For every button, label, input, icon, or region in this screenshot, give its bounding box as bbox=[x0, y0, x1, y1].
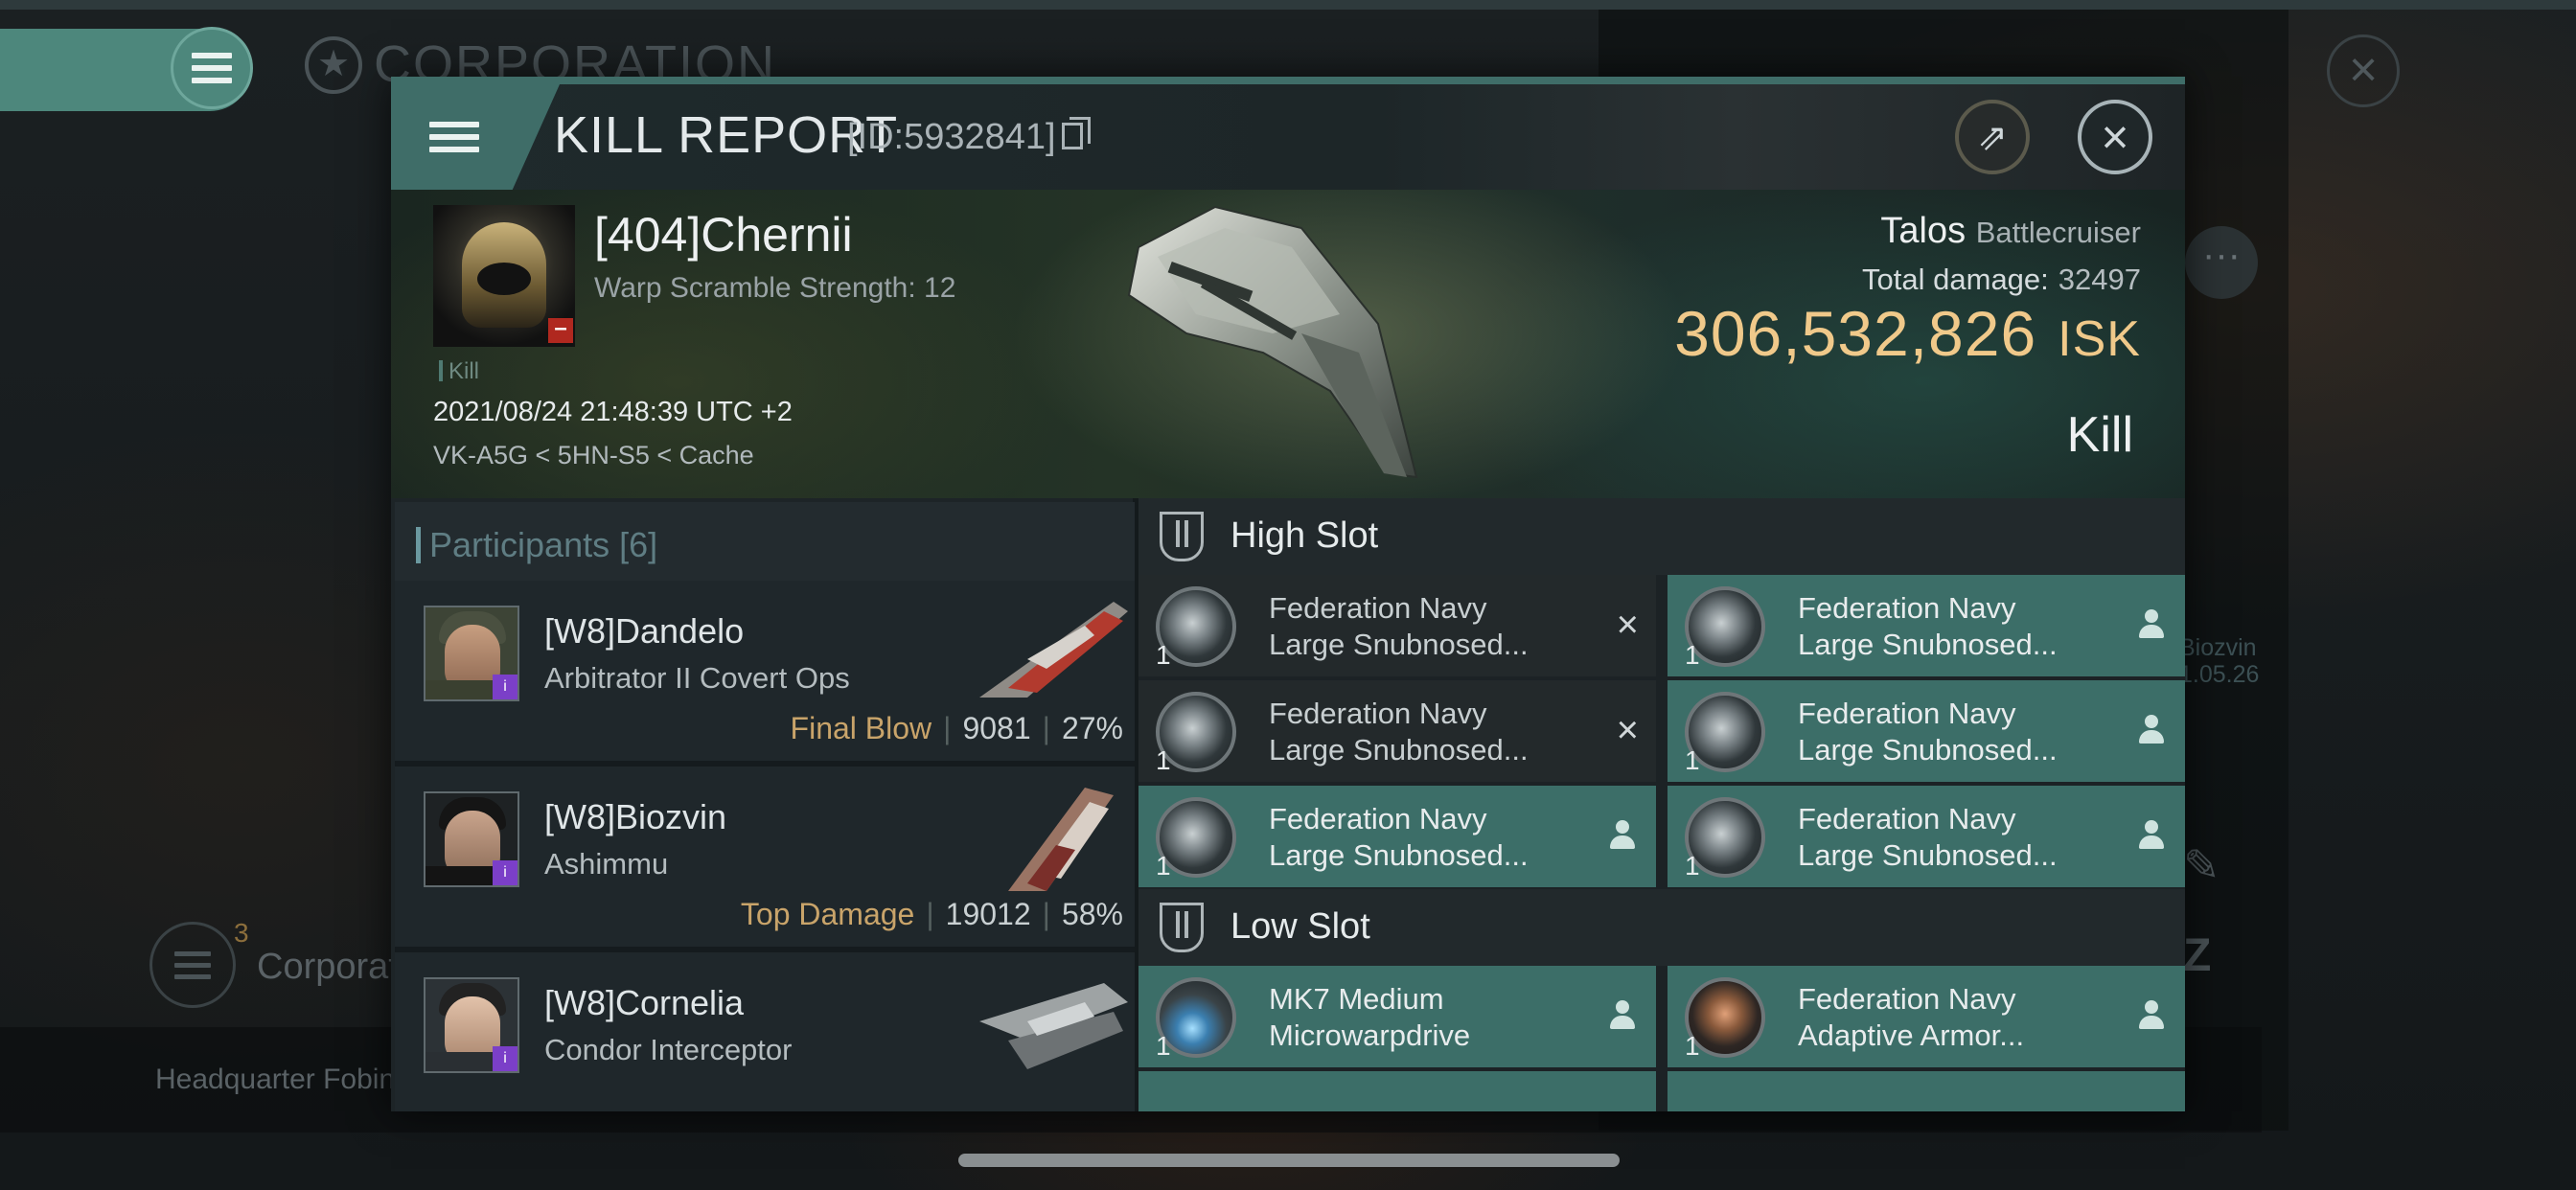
high-slot-header: High Slot bbox=[1138, 498, 2185, 575]
participant-ship-image bbox=[979, 983, 1128, 1069]
module-quantity: 1 bbox=[1685, 1031, 1700, 1061]
isk-value: 306,532,826 ISK bbox=[1674, 298, 2141, 369]
low-slot-icon bbox=[1160, 903, 1204, 952]
module-slot[interactable]: 1 Federation Navy Large Snubnosed... × bbox=[1138, 575, 1656, 676]
participant-row[interactable]: i [W8]Biozvin Ashimmu Top Damage | 19012 | 5… bbox=[395, 767, 1135, 952]
edit-icon[interactable]: ✎ bbox=[2183, 839, 2220, 891]
corp-tag-icon: i bbox=[493, 860, 518, 885]
corp-tag-icon: i bbox=[493, 675, 518, 699]
report-id: [ID:5932841] bbox=[847, 117, 1056, 157]
bg-menu-icon[interactable] bbox=[171, 27, 253, 109]
module-quantity: 1 bbox=[1685, 851, 1700, 881]
participant-row[interactable]: i [W8]Dandelo Arbitrator II Covert Ops F… bbox=[395, 581, 1135, 767]
participant-name: [W8]Biozvin bbox=[544, 797, 727, 836]
dropped-icon bbox=[2139, 715, 2164, 747]
dropped-icon bbox=[2139, 820, 2164, 853]
participants-title: Participants [6] bbox=[415, 525, 658, 564]
bg-hq-label: Headquarter Fobin bbox=[155, 1064, 396, 1095]
module-slot[interactable]: 1 Federation Navy Large Snubnosed... bbox=[1668, 786, 2185, 887]
module-name: MK7 Medium Microwarpdrive bbox=[1269, 982, 1471, 1052]
module-name: Federation Navy Large Snubnosed... bbox=[1798, 591, 2058, 661]
destroyed-icon: × bbox=[1616, 709, 1639, 751]
participant-ship: Ashimmu bbox=[544, 847, 669, 881]
ship-name[interactable]: Talos Battlecruiser bbox=[1880, 211, 2141, 252]
module-slot[interactable]: 1 Federation Navy Large Snubnosed... × bbox=[1138, 680, 1656, 782]
dropped-icon bbox=[1610, 1000, 1635, 1033]
fitting-panel: High Slot 1 Federation Navy Large Snubnos… bbox=[1138, 498, 2185, 1111]
participants-panel: Participants [6] i [W8]Dandelo Arbitrato… bbox=[391, 498, 1138, 1111]
modal-top-border bbox=[391, 77, 2185, 84]
hostile-badge-icon: – bbox=[548, 317, 573, 343]
participants-header: Participants [6] bbox=[395, 502, 1135, 581]
kill-tag: Kill bbox=[439, 358, 479, 385]
participant-ship: Condor Interceptor bbox=[544, 1033, 793, 1066]
module-slot-partial[interactable] bbox=[1138, 1071, 1656, 1111]
bg-corp-menu-icon[interactable] bbox=[150, 922, 236, 1008]
module-slot[interactable]: 1 Federation Navy Large Snubnosed... bbox=[1138, 786, 1656, 887]
participant-ship-image bbox=[979, 602, 1128, 698]
status-strip bbox=[0, 0, 2576, 10]
participant-avatar: i bbox=[424, 791, 519, 887]
victim-name[interactable]: [404]Chernii bbox=[594, 207, 853, 263]
kill-report-modal: KILL REPORT [ID:5932841] ⇗ × – [404]Cher… bbox=[391, 77, 2185, 1111]
menu-icon bbox=[429, 122, 479, 152]
kill-datetime: 2021/08/24 21:48:39 UTC +2 bbox=[433, 397, 793, 427]
module-quantity: 1 bbox=[1156, 745, 1171, 775]
destroyed-icon: × bbox=[1616, 604, 1639, 646]
victim-subtitle: Warp Scramble Strength: 12 bbox=[594, 272, 956, 304]
participant-avatar: i bbox=[424, 977, 519, 1073]
corporation-star-icon: ★ bbox=[305, 36, 362, 94]
bg-corp-label[interactable]: Corporati bbox=[257, 947, 406, 988]
module-name: Federation Navy Large Snubnosed... bbox=[1798, 802, 2058, 872]
dropped-icon bbox=[1610, 820, 1635, 853]
participant-name: [W8]Cornelia bbox=[544, 983, 745, 1022]
module-name: Federation Navy Adaptive Armor... bbox=[1798, 982, 2025, 1052]
module-slot[interactable]: 1 Federation Navy Adaptive Armor... bbox=[1668, 966, 2185, 1067]
low-slot-header: Low Slot bbox=[1138, 889, 2185, 966]
bg-badge-count: 3 bbox=[234, 918, 249, 948]
kill-result: Kill bbox=[2066, 407, 2133, 463]
dropped-icon bbox=[2139, 1000, 2164, 1033]
kill-location[interactable]: VK-A5G < 5HN-S5 < Cache bbox=[433, 441, 754, 470]
module-quantity: 1 bbox=[1685, 640, 1700, 670]
victim-summary: – [404]Chernii Warp Scramble Strength: 1… bbox=[391, 190, 2185, 498]
module-slot[interactable]: 1 MK7 Medium Microwarpdrive bbox=[1138, 966, 1656, 1067]
module-quantity: 1 bbox=[1685, 745, 1700, 775]
participant-stats: Final Blow | 9081 | 27% bbox=[790, 711, 1123, 745]
participant-ship-image bbox=[1008, 788, 1114, 891]
dropped-icon bbox=[2139, 609, 2164, 642]
module-name: Federation Navy Large Snubnosed... bbox=[1269, 591, 1529, 661]
ship-image bbox=[1127, 205, 1418, 479]
module-slot[interactable]: 1 Federation Navy Large Snubnosed... bbox=[1668, 680, 2185, 782]
bg-side-text: Biozvin 1.05.26 bbox=[2179, 634, 2260, 688]
participant-avatar: i bbox=[424, 606, 519, 701]
corp-tag-icon: i bbox=[493, 1046, 518, 1071]
more-options-icon[interactable]: ··· bbox=[2185, 226, 2258, 299]
participant-row[interactable]: i [W8]Cornelia Condor Interceptor bbox=[395, 952, 1135, 1111]
low-slot-label: Low Slot bbox=[1230, 906, 1370, 947]
participant-name: [W8]Dandelo bbox=[544, 611, 745, 651]
module-quantity: 1 bbox=[1156, 1031, 1171, 1061]
module-slot-partial[interactable] bbox=[1668, 1071, 2185, 1111]
module-quantity: 1 bbox=[1156, 851, 1171, 881]
module-slot[interactable]: 1 Federation Navy Large Snubnosed... bbox=[1668, 575, 2185, 676]
close-icon[interactable]: × bbox=[2078, 100, 2152, 174]
copy-icon[interactable] bbox=[1062, 117, 1091, 149]
module-name: Federation Navy Large Snubnosed... bbox=[1269, 802, 1529, 872]
bg-close-icon[interactable]: × bbox=[2327, 34, 2400, 107]
module-name: Federation Navy Large Snubnosed... bbox=[1269, 697, 1529, 767]
settings-icon[interactable]: Z bbox=[2183, 929, 2211, 982]
home-indicator[interactable] bbox=[958, 1154, 1620, 1167]
participant-stats: Top Damage | 19012 | 58% bbox=[740, 897, 1123, 931]
module-name: Federation Navy Large Snubnosed... bbox=[1798, 697, 2058, 767]
module-quantity: 1 bbox=[1156, 640, 1171, 670]
participant-ship: Arbitrator II Covert Ops bbox=[544, 661, 850, 695]
high-slot-icon bbox=[1160, 512, 1204, 561]
high-slot-label: High Slot bbox=[1230, 515, 1379, 556]
share-icon[interactable]: ⇗ bbox=[1955, 100, 2030, 174]
total-damage: Total damage: 32497 bbox=[1862, 263, 2141, 296]
